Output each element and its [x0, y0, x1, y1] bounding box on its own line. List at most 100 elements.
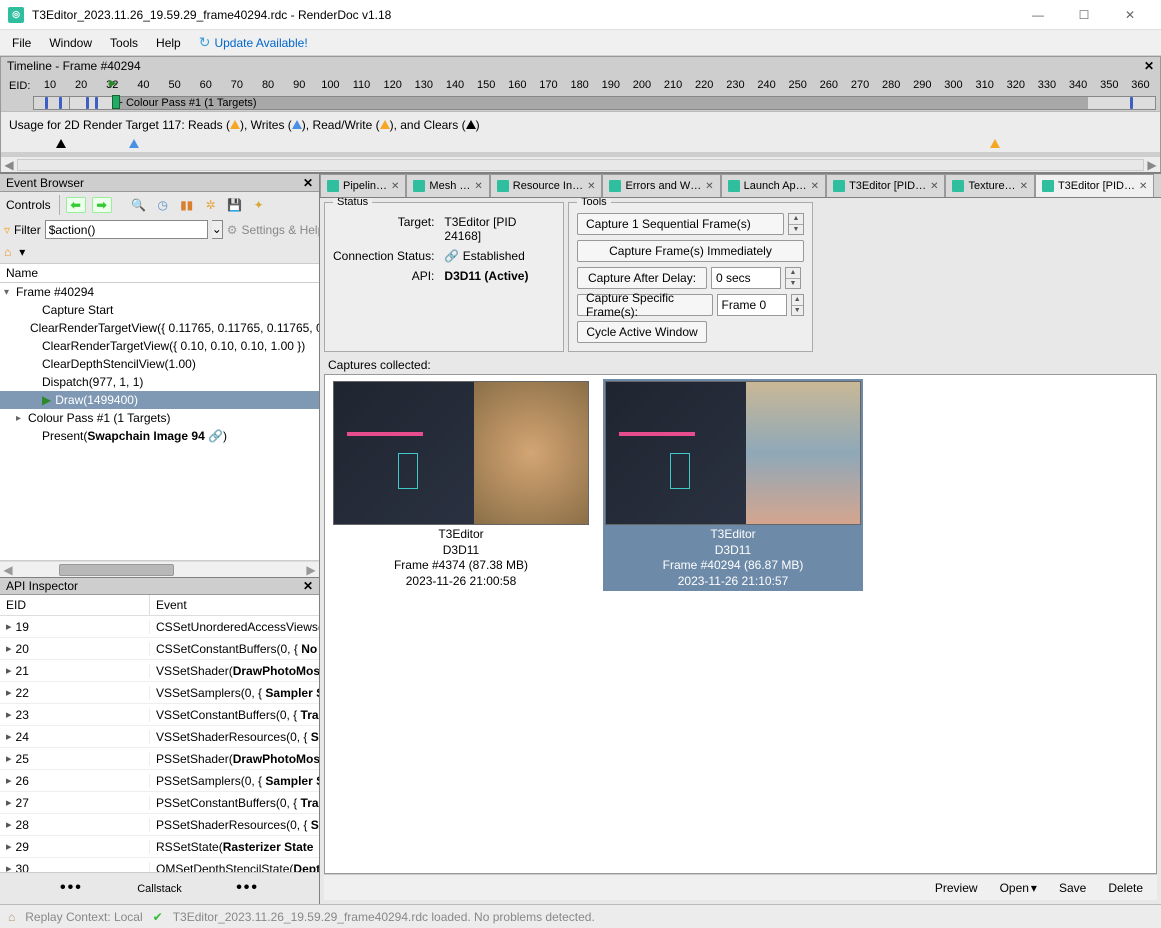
- api-row[interactable]: ▸21VSSetShader(DrawPhotoMosa: [0, 660, 319, 682]
- timeline-ruler[interactable]: 1020324050607080901001101201301401501601…: [34, 79, 1156, 93]
- timeline-scrollbar[interactable]: ◀▶: [1, 156, 1160, 172]
- capture-sequential-button[interactable]: Capture 1 Sequential Frame(s): [577, 213, 784, 235]
- capture-delay-button[interactable]: Capture After Delay:: [577, 267, 707, 289]
- capture-specific-button[interactable]: Capture Specific Frame(s):: [577, 294, 713, 316]
- tab-close-icon[interactable]: ✕: [811, 181, 819, 192]
- bars-icon[interactable]: ▮▮: [178, 196, 196, 214]
- document-tab[interactable]: Resource In…✕: [490, 174, 603, 197]
- timeline-tick: 190: [602, 79, 620, 91]
- specific-frame-input[interactable]: [717, 294, 787, 316]
- event-tree-row[interactable]: ClearRenderTargetView({ 0.11765, 0.11765…: [0, 319, 319, 337]
- timeline-track[interactable]: + Colour Pass #1 (1 Targets): [33, 96, 1156, 110]
- tab-close-icon[interactable]: ✕: [391, 181, 399, 192]
- captures-list[interactable]: T3EditorD3D11Frame #4374 (87.38 MB)2023-…: [324, 374, 1157, 874]
- status-groupbox: Status Target:T3Editor [PID 24168] Conne…: [324, 202, 564, 352]
- home-icon[interactable]: ⌂: [4, 245, 11, 259]
- document-tab[interactable]: Pipelin…✕: [320, 174, 406, 197]
- goto-arrow-icon[interactable]: ▾: [15, 245, 29, 259]
- event-tree-row[interactable]: ▶Draw(1499400): [0, 391, 319, 409]
- event-tree-row[interactable]: ▸Colour Pass #1 (1 Targets): [0, 409, 319, 427]
- find-icon[interactable]: 🔍: [130, 196, 148, 214]
- tab-close-icon[interactable]: ✕: [1139, 181, 1147, 192]
- tab-close-icon[interactable]: ✕: [705, 181, 713, 192]
- delay-input[interactable]: [711, 267, 781, 289]
- timeline-cursor[interactable]: [112, 95, 120, 109]
- cycle-window-button[interactable]: Cycle Active Window: [577, 321, 707, 343]
- document-tab[interactable]: T3Editor [PID…✕: [1035, 174, 1154, 197]
- delete-button[interactable]: Delete: [1104, 879, 1147, 897]
- minimize-button[interactable]: —: [1015, 0, 1061, 30]
- preview-button[interactable]: Preview: [931, 879, 982, 897]
- document-tab[interactable]: Errors and W…✕: [602, 174, 720, 197]
- api-row[interactable]: ▸25PSSetShader(DrawPhotoMosa: [0, 748, 319, 770]
- statusbar: ⌂ Replay Context: Local ✔ T3Editor_2023.…: [0, 904, 1161, 928]
- menu-file[interactable]: File: [4, 33, 39, 53]
- save-icon[interactable]: 💾: [226, 196, 244, 214]
- document-tab[interactable]: Mesh …✕: [406, 174, 489, 197]
- document-tab[interactable]: Texture…✕: [945, 174, 1034, 197]
- next-event-button[interactable]: ➡: [92, 197, 112, 213]
- tab-close-icon[interactable]: ✕: [587, 181, 595, 192]
- colour-pass-bar[interactable]: + Colour Pass #1 (1 Targets): [112, 97, 1087, 109]
- capture-immediate-button[interactable]: Capture Frame(s) Immediately: [577, 240, 804, 262]
- capture-meta: T3EditorD3D11Frame #4374 (87.38 MB)2023-…: [394, 525, 528, 589]
- delay-spinner[interactable]: ▲▼: [785, 267, 801, 289]
- capture-card[interactable]: T3EditorD3D11Frame #4374 (87.38 MB)2023-…: [331, 381, 591, 589]
- event-tree-row[interactable]: ▾Frame #40294: [0, 283, 319, 301]
- open-button[interactable]: Open ▾: [996, 879, 1041, 897]
- refresh-icon: ↻: [199, 34, 211, 51]
- captures-footer: Preview Open ▾ Save Delete: [324, 874, 1157, 900]
- event-tree-row[interactable]: ClearRenderTargetView({ 0.10, 0.10, 0.10…: [0, 337, 319, 355]
- menubar: File Window Tools Help ↻ Update Availabl…: [0, 30, 1161, 56]
- event-tree-hscroll[interactable]: ◀ ▶: [0, 561, 319, 577]
- timeline-close-button[interactable]: ✕: [1144, 59, 1154, 73]
- api-row[interactable]: ▸29RSSetState(Rasterizer State: [0, 836, 319, 858]
- api-row[interactable]: ▸22VSSetSamplers(0, { Sampler St: [0, 682, 319, 704]
- menu-help[interactable]: Help: [148, 33, 189, 53]
- event-tree-row[interactable]: Capture Start: [0, 301, 319, 319]
- event-browser-close[interactable]: ✕: [303, 176, 313, 190]
- api-row[interactable]: ▸26PSSetSamplers(0, { Sampler St: [0, 770, 319, 792]
- event-tree-header[interactable]: Name: [0, 263, 319, 283]
- clock-icon[interactable]: ◷: [154, 196, 172, 214]
- event-tree-row[interactable]: Present(Swapchain Image 94 🔗): [0, 427, 319, 445]
- api-row[interactable]: ▸24VSSetShaderResources(0, { Sha: [0, 726, 319, 748]
- api-row[interactable]: ▸20CSSetConstantBuffers(0, { No F: [0, 638, 319, 660]
- timeline-usage-text: Usage for 2D Render Target 117: Reads ()…: [1, 111, 1160, 152]
- tab-close-icon[interactable]: ✕: [930, 181, 938, 192]
- api-row[interactable]: ▸23VSSetConstantBuffers(0, { Tran: [0, 704, 319, 726]
- tab-close-icon[interactable]: ✕: [474, 181, 482, 192]
- api-inspector-close[interactable]: ✕: [303, 579, 313, 593]
- settings-gear-icon[interactable]: ⚙: [227, 223, 238, 237]
- menu-window[interactable]: Window: [41, 33, 100, 53]
- event-tree-row[interactable]: Dispatch(977, 1, 1): [0, 373, 319, 391]
- api-row[interactable]: ▸28PSSetShaderResources(0, { Sha: [0, 814, 319, 836]
- tab-icon: [1042, 180, 1054, 192]
- prev-event-button[interactable]: ⬅: [66, 197, 86, 213]
- document-tab[interactable]: T3Editor [PID…✕: [826, 174, 945, 197]
- close-button[interactable]: ✕: [1107, 0, 1153, 30]
- event-tree-row[interactable]: ClearDepthStencilView(1.00): [0, 355, 319, 373]
- callstack-panel[interactable]: ••• Callstack •••: [0, 872, 319, 904]
- event-tree[interactable]: ▾Frame #40294Capture StartClearRenderTar…: [0, 283, 319, 561]
- api-row[interactable]: ▸30OMSetDepthStencilState(Depth: [0, 858, 319, 872]
- seq-spinner[interactable]: ▲▼: [788, 213, 804, 235]
- timeline-tick: 140: [446, 79, 464, 91]
- specific-spinner[interactable]: ▲▼: [791, 294, 804, 316]
- filter-input[interactable]: [45, 220, 208, 239]
- maximize-button[interactable]: ☐: [1061, 0, 1107, 30]
- timeline-tick: 250: [789, 79, 807, 91]
- tab-close-icon[interactable]: ✕: [1020, 181, 1028, 192]
- save-button[interactable]: Save: [1055, 879, 1090, 897]
- capture-card[interactable]: T3EditorD3D11Frame #40294 (86.87 MB)2023…: [603, 381, 863, 591]
- gear-icon[interactable]: ✲: [202, 196, 220, 214]
- menu-tools[interactable]: Tools: [102, 33, 146, 53]
- api-row[interactable]: ▸27PSSetConstantBuffers(0, { Tran: [0, 792, 319, 814]
- update-available-link[interactable]: ↻ Update Available!: [191, 31, 316, 54]
- api-row[interactable]: ▸19CSSetUnorderedAccessViews(0,…: [0, 616, 319, 638]
- settings-help-label[interactable]: Settings & Help: [242, 223, 325, 237]
- puzzle-icon[interactable]: ✦: [250, 196, 268, 214]
- timeline-tick: 160: [508, 79, 526, 91]
- document-tab[interactable]: Launch Ap…✕: [721, 174, 826, 197]
- filter-dropdown-button[interactable]: ⌄: [212, 220, 223, 239]
